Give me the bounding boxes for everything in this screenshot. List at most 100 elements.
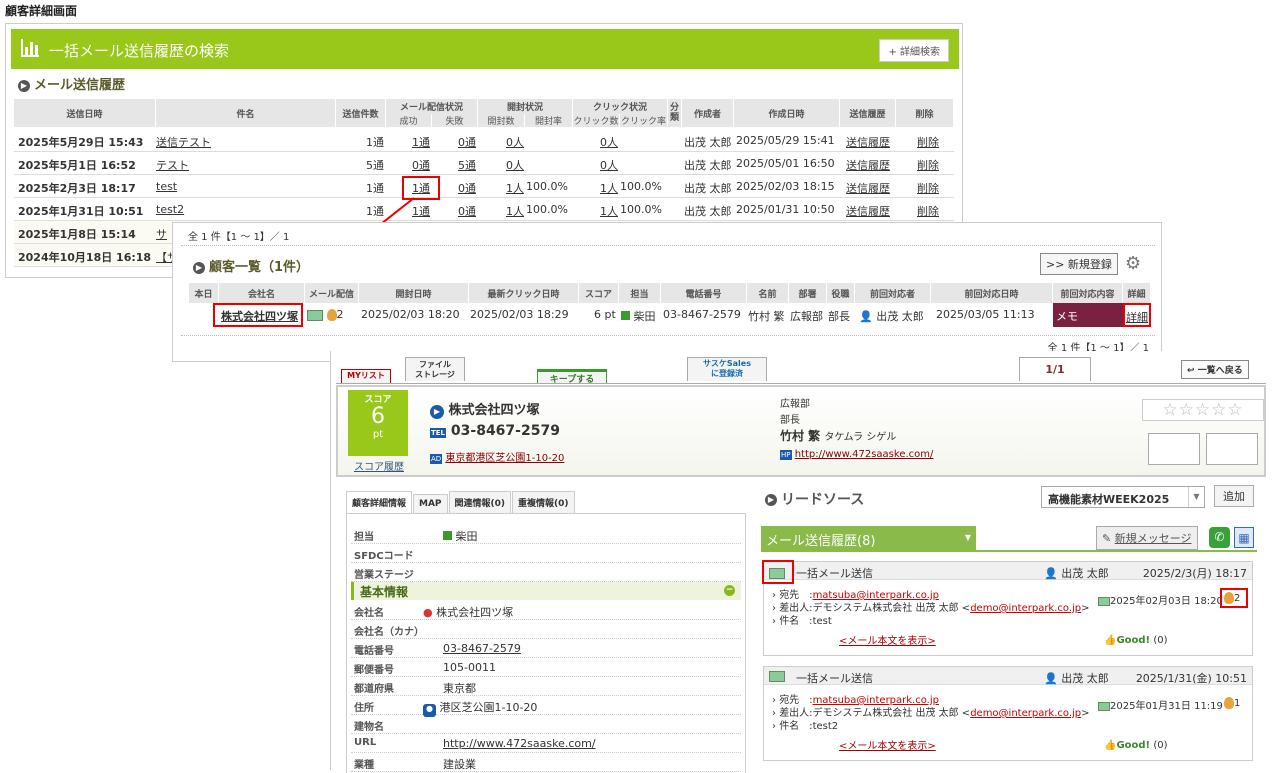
file-storage-tab[interactable]: ファイル ストレージ	[405, 357, 465, 381]
mail-item[interactable]: 一括メール送信 👤 出茂 太郎 2025/2/3(月) 18:17 › 宛先 :…	[762, 560, 1253, 656]
calendar-icon[interactable]: ▦	[1234, 527, 1254, 548]
history-link[interactable]: 送信履歴	[846, 205, 890, 218]
image-slot-2[interactable]	[1206, 433, 1258, 465]
basic-info-header[interactable]: 基本情報 −	[351, 582, 741, 600]
collapse-icon[interactable]: −	[724, 585, 735, 596]
table-row[interactable]: 2025年5月1日 16:52 テスト 5通 0通 5通 0人 0人 出茂 太郎…	[14, 152, 954, 175]
failure-link[interactable]: 0通	[458, 205, 476, 218]
click-count-highlight[interactable]: 2	[1220, 588, 1248, 608]
clicks-link[interactable]: 0人	[600, 136, 618, 149]
tab-duplicate[interactable]: 重複情報(0)	[512, 491, 575, 514]
history-link[interactable]: 送信履歴	[846, 136, 890, 149]
add-button[interactable]: 追加	[1214, 485, 1254, 507]
back-to-list-button[interactable]: ↩ 一覧へ戻る	[1181, 360, 1249, 379]
success-link-highlight[interactable]: 1通	[402, 176, 440, 200]
failure-link[interactable]: 0通	[458, 182, 476, 195]
col-history: 送信履歴	[840, 99, 896, 127]
mylist-tab[interactable]: MYリスト	[341, 369, 391, 383]
gear-icon[interactable]: ⚙	[1125, 253, 1141, 274]
delete-link[interactable]: 削除	[917, 205, 939, 218]
new-register-button[interactable]: >> 新規登録	[1040, 253, 1118, 275]
url-link[interactable]: http://www.472saaske.com/	[443, 737, 596, 750]
url-link[interactable]: http://www.472saaske.com/	[795, 449, 934, 460]
subject-link[interactable]: test2	[156, 203, 184, 216]
company-link[interactable]: 株式会社四ツ塚	[221, 310, 298, 323]
success-link[interactable]: 0通	[412, 159, 430, 172]
show-mail-body-link[interactable]: <メール本文を表示>	[839, 737, 936, 752]
tab-map[interactable]: MAP	[413, 494, 448, 514]
success-link[interactable]: 1通	[412, 136, 430, 149]
clicks-link[interactable]: 1人	[600, 182, 618, 195]
clicks-link[interactable]: 0人	[600, 159, 618, 172]
good-button[interactable]: 👍Good!	[1104, 635, 1150, 646]
google-icon: ●	[423, 606, 433, 619]
info-key: 電話番号	[354, 646, 394, 657]
subject-link[interactable]: 送信テスト	[156, 136, 211, 149]
phone-call-icon[interactable]: ✆	[1209, 527, 1230, 548]
owner: 柴田	[621, 308, 656, 324]
mail-item[interactable]: 一括メール送信 👤 出茂 太郎 2025/1/31(金) 10:51 › 宛先 …	[763, 666, 1253, 761]
opened-link[interactable]: 0人	[506, 159, 524, 172]
score-unit: pt	[372, 429, 384, 440]
score-history-link[interactable]: スコア履歴	[354, 462, 404, 473]
history-link[interactable]: 送信履歴	[846, 182, 890, 195]
table-row[interactable]: 2025年1月31日 10:51 test2 1通 1通 0通 1人 100.0…	[14, 198, 954, 221]
info-key: SFDCコード	[354, 551, 414, 562]
image-slot-1[interactable]	[1148, 433, 1200, 465]
sales-registered-tab[interactable]: サスケSales に登録済	[687, 357, 767, 381]
opened-link[interactable]: 0人	[506, 136, 524, 149]
mail-history-heading: ▶ メール送信履歴	[18, 74, 125, 93]
last-person: 👤 出茂 太郎	[859, 308, 924, 324]
history-link[interactable]: 送信履歴	[846, 159, 890, 172]
open-info: 2025年01月31日 11:19	[1098, 697, 1223, 712]
keep-tab[interactable]: キープする	[537, 369, 607, 385]
subject-link[interactable]: テスト	[156, 159, 189, 172]
delete-link[interactable]: 削除	[917, 136, 939, 149]
opened-link[interactable]: 1人	[506, 205, 524, 218]
chevron-down-icon: ▼	[1188, 487, 1204, 507]
send-date: 2025年5月1日 16:52	[18, 159, 136, 172]
subject-text: test2	[812, 721, 839, 732]
subject-link[interactable]: test	[156, 180, 177, 193]
opened-link[interactable]: 1人	[506, 182, 524, 195]
divider	[181, 245, 1155, 246]
success-link[interactable]: 1通	[412, 205, 430, 218]
advanced-search-button[interactable]: + 詳細検索	[879, 39, 949, 62]
info-row: 担当 柴田	[351, 525, 741, 544]
person-kana: タケムラ シゲル	[824, 432, 897, 443]
from-link[interactable]: demo@interpark.co.jp	[970, 603, 1081, 614]
success-link[interactable]: 1通	[412, 182, 430, 195]
tab-related[interactable]: 関連情報(0)	[448, 491, 512, 514]
table-row[interactable]: 2025年5月29日 15:43 送信テスト 1通 1通 0通 0人 0人 出茂…	[14, 129, 954, 152]
lead-source-select[interactable]: 高機能素材WEEK2025 ▼	[1041, 486, 1205, 508]
delete-link[interactable]: 削除	[917, 159, 939, 172]
show-mail-body-link[interactable]: <メール本文を表示>	[839, 632, 936, 647]
detail-link-highlight[interactable]: 詳細	[1123, 303, 1151, 327]
detail-link[interactable]: 詳細	[1126, 311, 1148, 324]
subject-link[interactable]: サ	[156, 228, 167, 241]
created: 2025/01/31 10:50	[736, 203, 835, 216]
rating-stars[interactable]: ☆☆☆☆☆	[1142, 399, 1264, 421]
delete-link[interactable]: 削除	[917, 182, 939, 195]
clicks-link[interactable]: 1人	[600, 205, 618, 218]
mail-icon-highlight[interactable]	[762, 560, 794, 584]
click-info[interactable]: 1	[1224, 697, 1240, 709]
col-last-person: 前回対応者	[855, 283, 931, 303]
tab-customer-detail[interactable]: 顧客詳細情報	[346, 491, 413, 514]
good-button[interactable]: 👍Good!	[1104, 740, 1150, 751]
mail-history-tab[interactable]: メール送信履歴(8) ▼	[761, 526, 976, 550]
col-open: 開封状況	[478, 99, 573, 114]
info-key: 郵便番号	[354, 665, 394, 676]
phone-link[interactable]: 03-8467-2579	[443, 642, 521, 655]
table-row[interactable]: 2025年2月3日 18:17 test 1通 1通 0通 1人 100.0% …	[14, 175, 954, 200]
new-message-button[interactable]: ✎ 新規メッセージ	[1096, 526, 1198, 550]
failure-link[interactable]: 5通	[458, 159, 476, 172]
customer-detail-panel: MYリスト ファイル ストレージ キープする サスケSales に登録済 1/1…	[330, 351, 1272, 773]
failure-link[interactable]: 0通	[458, 136, 476, 149]
basic-info-title: 基本情報	[360, 585, 409, 599]
mail-sender: 👤 出茂 太郎	[1044, 670, 1109, 686]
from-link[interactable]: demo@interpark.co.jp	[970, 708, 1081, 719]
address-link[interactable]: 東京都港区芝公園1-10-20	[445, 453, 564, 464]
info-value: 柴田	[443, 528, 478, 544]
subject-text: test	[812, 616, 832, 627]
